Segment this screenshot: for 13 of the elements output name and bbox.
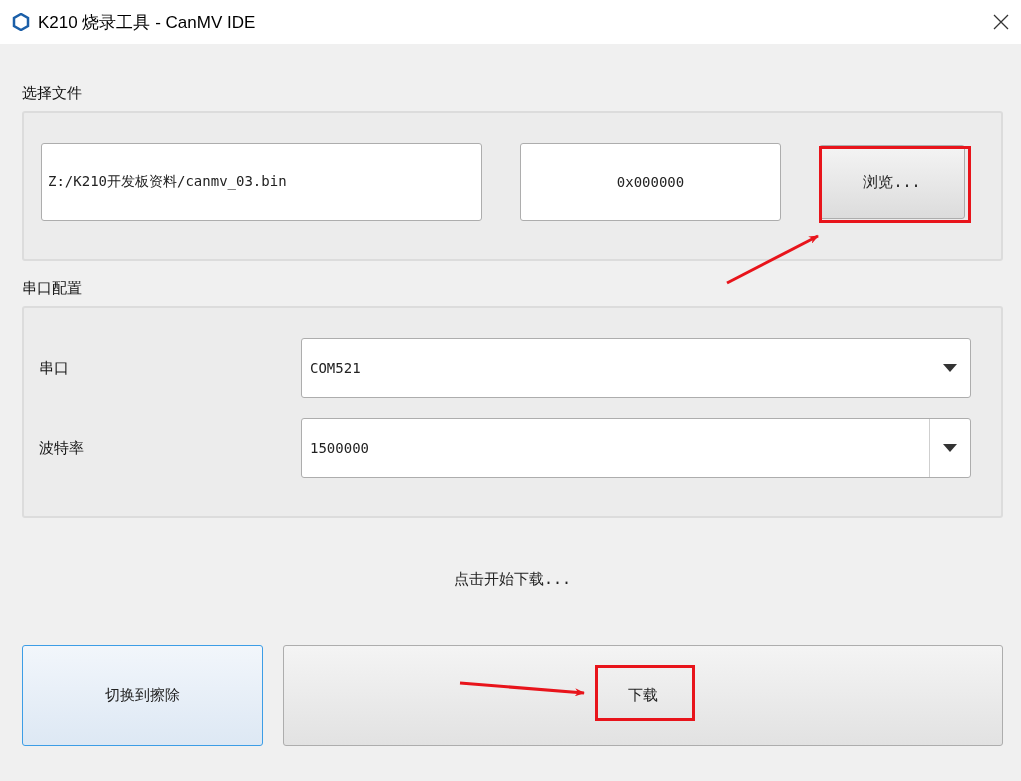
browse-button[interactable]: 浏览... bbox=[819, 145, 965, 219]
dropdown[interactable]: COM521 bbox=[301, 338, 971, 398]
address-field[interactable]: 0x000000 bbox=[520, 143, 781, 221]
field-label: 串口 bbox=[39, 358, 70, 378]
field-label: 波特率 bbox=[39, 438, 85, 458]
section-label: 选择文件 bbox=[22, 84, 83, 103]
section-label: 串口配置 bbox=[22, 279, 83, 298]
combo-box[interactable]: 1500000 bbox=[301, 418, 971, 478]
file-path-field[interactable]: Z:/K210开发板资料/canmv_03.bin bbox=[41, 143, 482, 221]
status-text: 点击开始下载... bbox=[452, 570, 573, 589]
window-title: K210 烧录工具 - CanMV IDE bbox=[38, 11, 257, 34]
download-button[interactable]: 下载 bbox=[283, 645, 1003, 746]
switch-erase-button[interactable]: 切换到擦除 bbox=[22, 645, 263, 746]
